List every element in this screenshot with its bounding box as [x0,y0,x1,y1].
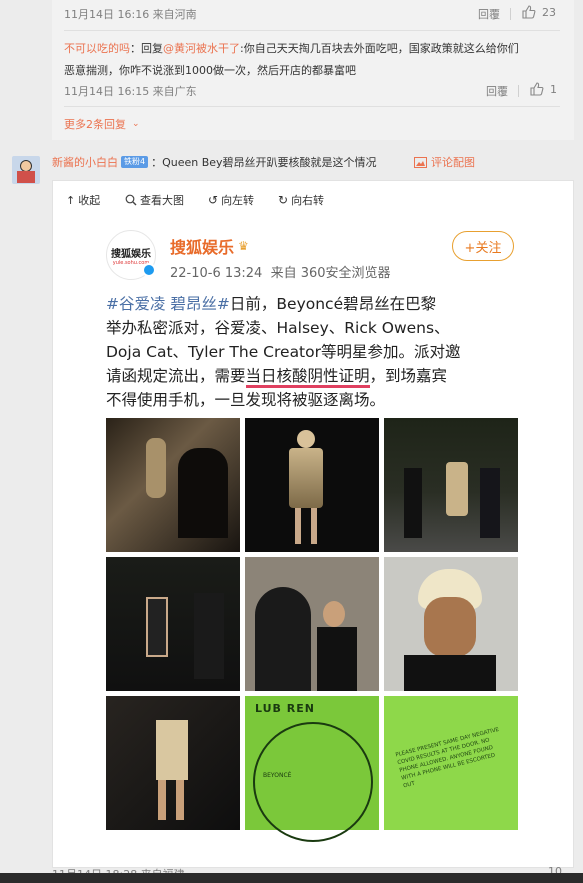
photo[interactable] [384,418,518,552]
view-large-label: 查看大图 [140,194,184,207]
post-meta: 22-10-6 13:24 来自 360安全浏览器 [170,262,391,281]
reply-timestamp: 11月14日 16:15 来自广东 [64,85,197,98]
divider [64,30,560,31]
card-text: LUB REN [255,702,315,715]
rotate-left-icon: ↺ [208,193,219,207]
follow-button[interactable]: +关注 [452,231,514,261]
divider [64,106,560,107]
reply-button[interactable]: 回覆 [478,6,500,22]
post-screenshot: 搜狐娱乐 yule.sohu.com 搜狐娱乐 ♛ 22-10-6 13:24 … [92,218,532,842]
follow-label: +关注 [464,240,502,256]
photo[interactable] [384,557,518,691]
comment-image-label: 评论配图 [431,156,475,169]
chevron-down-icon: ⌄ [132,119,140,129]
like-button[interactable]: 23 [522,5,556,19]
post-via: 来自 360安全浏览器 [270,266,391,281]
post-timestamp: 22-10-6 13:24 [170,266,263,281]
comment-image-link[interactable]: 评论配图 [414,154,475,170]
post-text: 不得使用手机，一旦发现将被驱逐离场。 [106,391,386,409]
thumbs-up-icon [522,5,536,19]
reply-button[interactable]: 回覆 [486,83,508,99]
divider [518,85,519,97]
card-text: BEYONCÉ [263,772,292,779]
avatar[interactable] [12,156,40,184]
post-text: 请函规定流出，需要 [106,367,246,385]
post-text: 举办私密派对，谷爱凌、Halsey、Rick Owens、 [106,319,450,337]
comment-meta: 11月14日 16:16 来自河南 [64,6,197,22]
rotate-left-button[interactable]: ↺ 向左转 [208,192,254,208]
highlighted-text: 当日核酸阴性证明 [245,367,370,388]
account-name-row: 搜狐娱乐 ♛ [170,234,249,258]
collapse-icon: ↑ [66,193,76,207]
rotate-right-label: 向右转 [291,194,325,207]
comment-timestamp: 11月14日 16:16 来自河南 [64,8,197,21]
comment-text: ：Queen Bey碧昂丝开趴要核酸就是这个情况 [151,156,377,169]
reply-meta: 11月14日 16:15 来自广东 [64,83,197,99]
card-note-text: PLEASE PRESENT SAME DAY NEGATIVE COVID R… [395,726,500,790]
photo[interactable] [106,696,240,830]
image-icon [414,156,427,168]
logo-text: 搜狐娱乐 [111,249,151,260]
photo[interactable] [245,418,379,552]
reply-label: 回覆 [478,8,500,21]
reply-label: 回覆 [486,85,508,98]
fan-badge: 铁粉4 [121,156,149,168]
reply-text-line: 恶意揣测，你咋不说涨到1000做一次，然后开店的都暴富吧 [64,64,356,77]
reply-author-link[interactable]: 不可以吃的吗 [64,42,130,55]
post-body: #谷爱凌 碧昂丝#日前，Beyoncé碧昂丝在巴黎 举办私密派对，谷爱凌、Hal… [106,292,526,412]
account-name[interactable]: 搜狐娱乐 [170,234,234,258]
like-count: 23 [542,5,556,19]
post-text: Doja Cat、Tyler The Creator等明星参加。派对邀 [106,343,461,361]
photo[interactable] [106,418,240,552]
photo[interactable] [106,557,240,691]
mention-link[interactable]: @黄河被水干了 [163,42,240,55]
like-count: 1 [550,82,557,96]
window-bottom-bar [0,873,583,883]
comment-line: 新酱的小白白 铁粉4 ：Queen Bey碧昂丝开趴要核酸就是这个情况 [52,154,377,170]
rotate-left-label: 向左转 [221,194,255,207]
photo[interactable] [245,557,379,691]
divider [510,8,511,20]
rotate-right-button[interactable]: ↻ 向右转 [278,192,324,208]
reply-text: 不可以吃的吗：回复@黄河被水干了:你自己天天掏几百块去外面吃吧，国家政策就这么给… [64,38,564,82]
photo[interactable]: PLEASE PRESENT SAME DAY NEGATIVE COVID R… [384,696,518,830]
collapse-button[interactable]: ↑ 收起 [66,192,100,208]
verified-icon [142,263,156,277]
hashtag-link[interactable]: #谷爱凌 碧昂丝# [106,295,230,313]
comment-author-link[interactable]: 新酱的小白白 [52,154,118,170]
more-replies-link[interactable]: 更多2条回复 ⌄ [64,116,140,132]
crown-icon: ♛ [238,239,249,253]
thumbs-up-icon [530,82,544,96]
photo[interactable]: LUB REN BEYONCÉ [245,696,379,842]
reply-text-line: :你自己天天掏几百块去外面吃吧，国家政策就这么给你们 [240,42,519,55]
collapse-label: 收起 [78,194,101,207]
post-text: ，到场嘉宾 [369,367,448,385]
magnifier-icon [125,194,137,206]
like-button[interactable]: 1 [530,82,557,96]
rotate-right-icon: ↻ [278,193,289,207]
post-text: 日前，Beyoncé碧昂丝在巴黎 [229,295,437,313]
view-large-button[interactable]: 查看大图 [125,192,184,208]
more-replies-label: 更多2条回复 [64,118,126,131]
reply-prefix: ：回复 [130,42,163,55]
